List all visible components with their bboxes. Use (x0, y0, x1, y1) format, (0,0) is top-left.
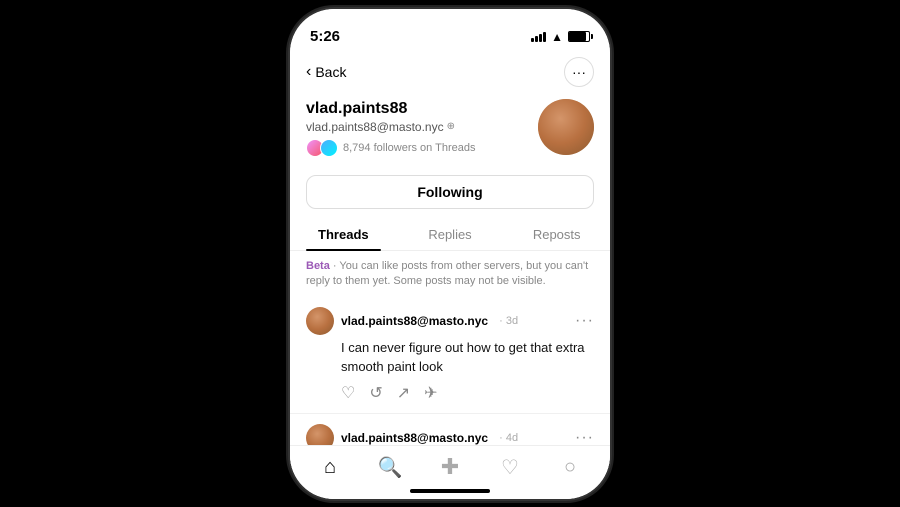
home-icon: ⌂ (324, 456, 336, 479)
verified-icon: ⊕ (447, 121, 455, 132)
beta-label: Beta (306, 260, 330, 272)
profile-info: vlad.paints88 vlad.paints88@masto.nyc ⊕ … (306, 99, 538, 157)
post-1-more-button[interactable]: ··· (575, 312, 594, 330)
tab-reposts[interactable]: Reposts (503, 217, 610, 250)
heart-icon: ♡ (501, 455, 519, 480)
more-icon: ··· (572, 64, 586, 80)
status-bar: 5:26 ▲ (290, 9, 610, 53)
post-1-time: · 3d (499, 315, 518, 327)
like-icon[interactable]: ♡ (341, 383, 355, 403)
tab-threads[interactable]: Threads (290, 217, 397, 250)
nav-profile[interactable]: ○ (552, 449, 588, 485)
comment-icon[interactable]: ↺ (369, 383, 382, 403)
nav-search[interactable]: 🔍 (372, 449, 408, 485)
followers-row: 8,794 followers on Threads (306, 139, 538, 157)
wifi-icon: ▲ (551, 30, 563, 44)
profile-icon: ○ (564, 456, 576, 479)
share-icon[interactable]: ✈ (424, 383, 437, 403)
post-1: vlad.paints88@masto.nyc · 3d ··· I can n… (290, 297, 610, 413)
phone-frame: 5:26 ▲ ‹ Back ··· vlad.paints88 (290, 9, 610, 499)
tabs-row: Threads Replies Reposts (290, 217, 610, 251)
post-2-username: vlad.paints88@masto.nyc (341, 431, 488, 445)
username: vlad.paints88 (306, 99, 538, 118)
status-icons: ▲ (531, 30, 590, 44)
post-1-actions: ♡ ↺ ↗ ✈ (341, 383, 594, 403)
nav-header: ‹ Back ··· (290, 53, 610, 95)
avatar-stack (306, 139, 338, 157)
back-chevron-icon: ‹ (306, 63, 311, 81)
repost-icon[interactable]: ↗ (397, 383, 410, 403)
following-button[interactable]: Following (306, 175, 594, 209)
battery-icon (568, 31, 590, 42)
nav-compose[interactable]: ✚ (432, 449, 468, 485)
back-label: Back (315, 64, 346, 80)
back-button[interactable]: ‹ Back (306, 63, 346, 81)
follower-avatar-2 (320, 139, 338, 157)
profile-avatar (538, 99, 594, 155)
post-2-time: · 4d (499, 432, 518, 444)
avatar-image (538, 99, 594, 155)
nav-home[interactable]: ⌂ (312, 449, 348, 485)
home-indicator (410, 489, 490, 493)
nav-heart[interactable]: ♡ (492, 449, 528, 485)
post-1-header: vlad.paints88@masto.nyc · 3d ··· (306, 307, 594, 335)
post-1-avatar (306, 307, 334, 335)
beta-notice: Beta · You can like posts from other ser… (290, 251, 610, 298)
compose-icon: ✚ (441, 454, 459, 480)
search-icon: 🔍 (378, 455, 403, 480)
status-time: 5:26 (310, 28, 340, 45)
post-1-header-left: vlad.paints88@masto.nyc · 3d (306, 307, 518, 335)
profile-top: vlad.paints88 vlad.paints88@masto.nyc ⊕ … (306, 99, 594, 157)
user-handle: vlad.paints88@masto.nyc ⊕ (306, 120, 538, 134)
post-1-text: I can never figure out how to get that e… (341, 339, 594, 375)
more-button[interactable]: ··· (564, 57, 594, 87)
followers-count: 8,794 followers on Threads (343, 142, 476, 154)
beta-text: · You can like posts from other servers,… (306, 260, 588, 287)
tab-replies[interactable]: Replies (397, 217, 504, 250)
post-1-username: vlad.paints88@masto.nyc (341, 314, 488, 328)
profile-section: vlad.paints88 vlad.paints88@masto.nyc ⊕ … (290, 95, 610, 167)
signal-icon (531, 32, 546, 42)
